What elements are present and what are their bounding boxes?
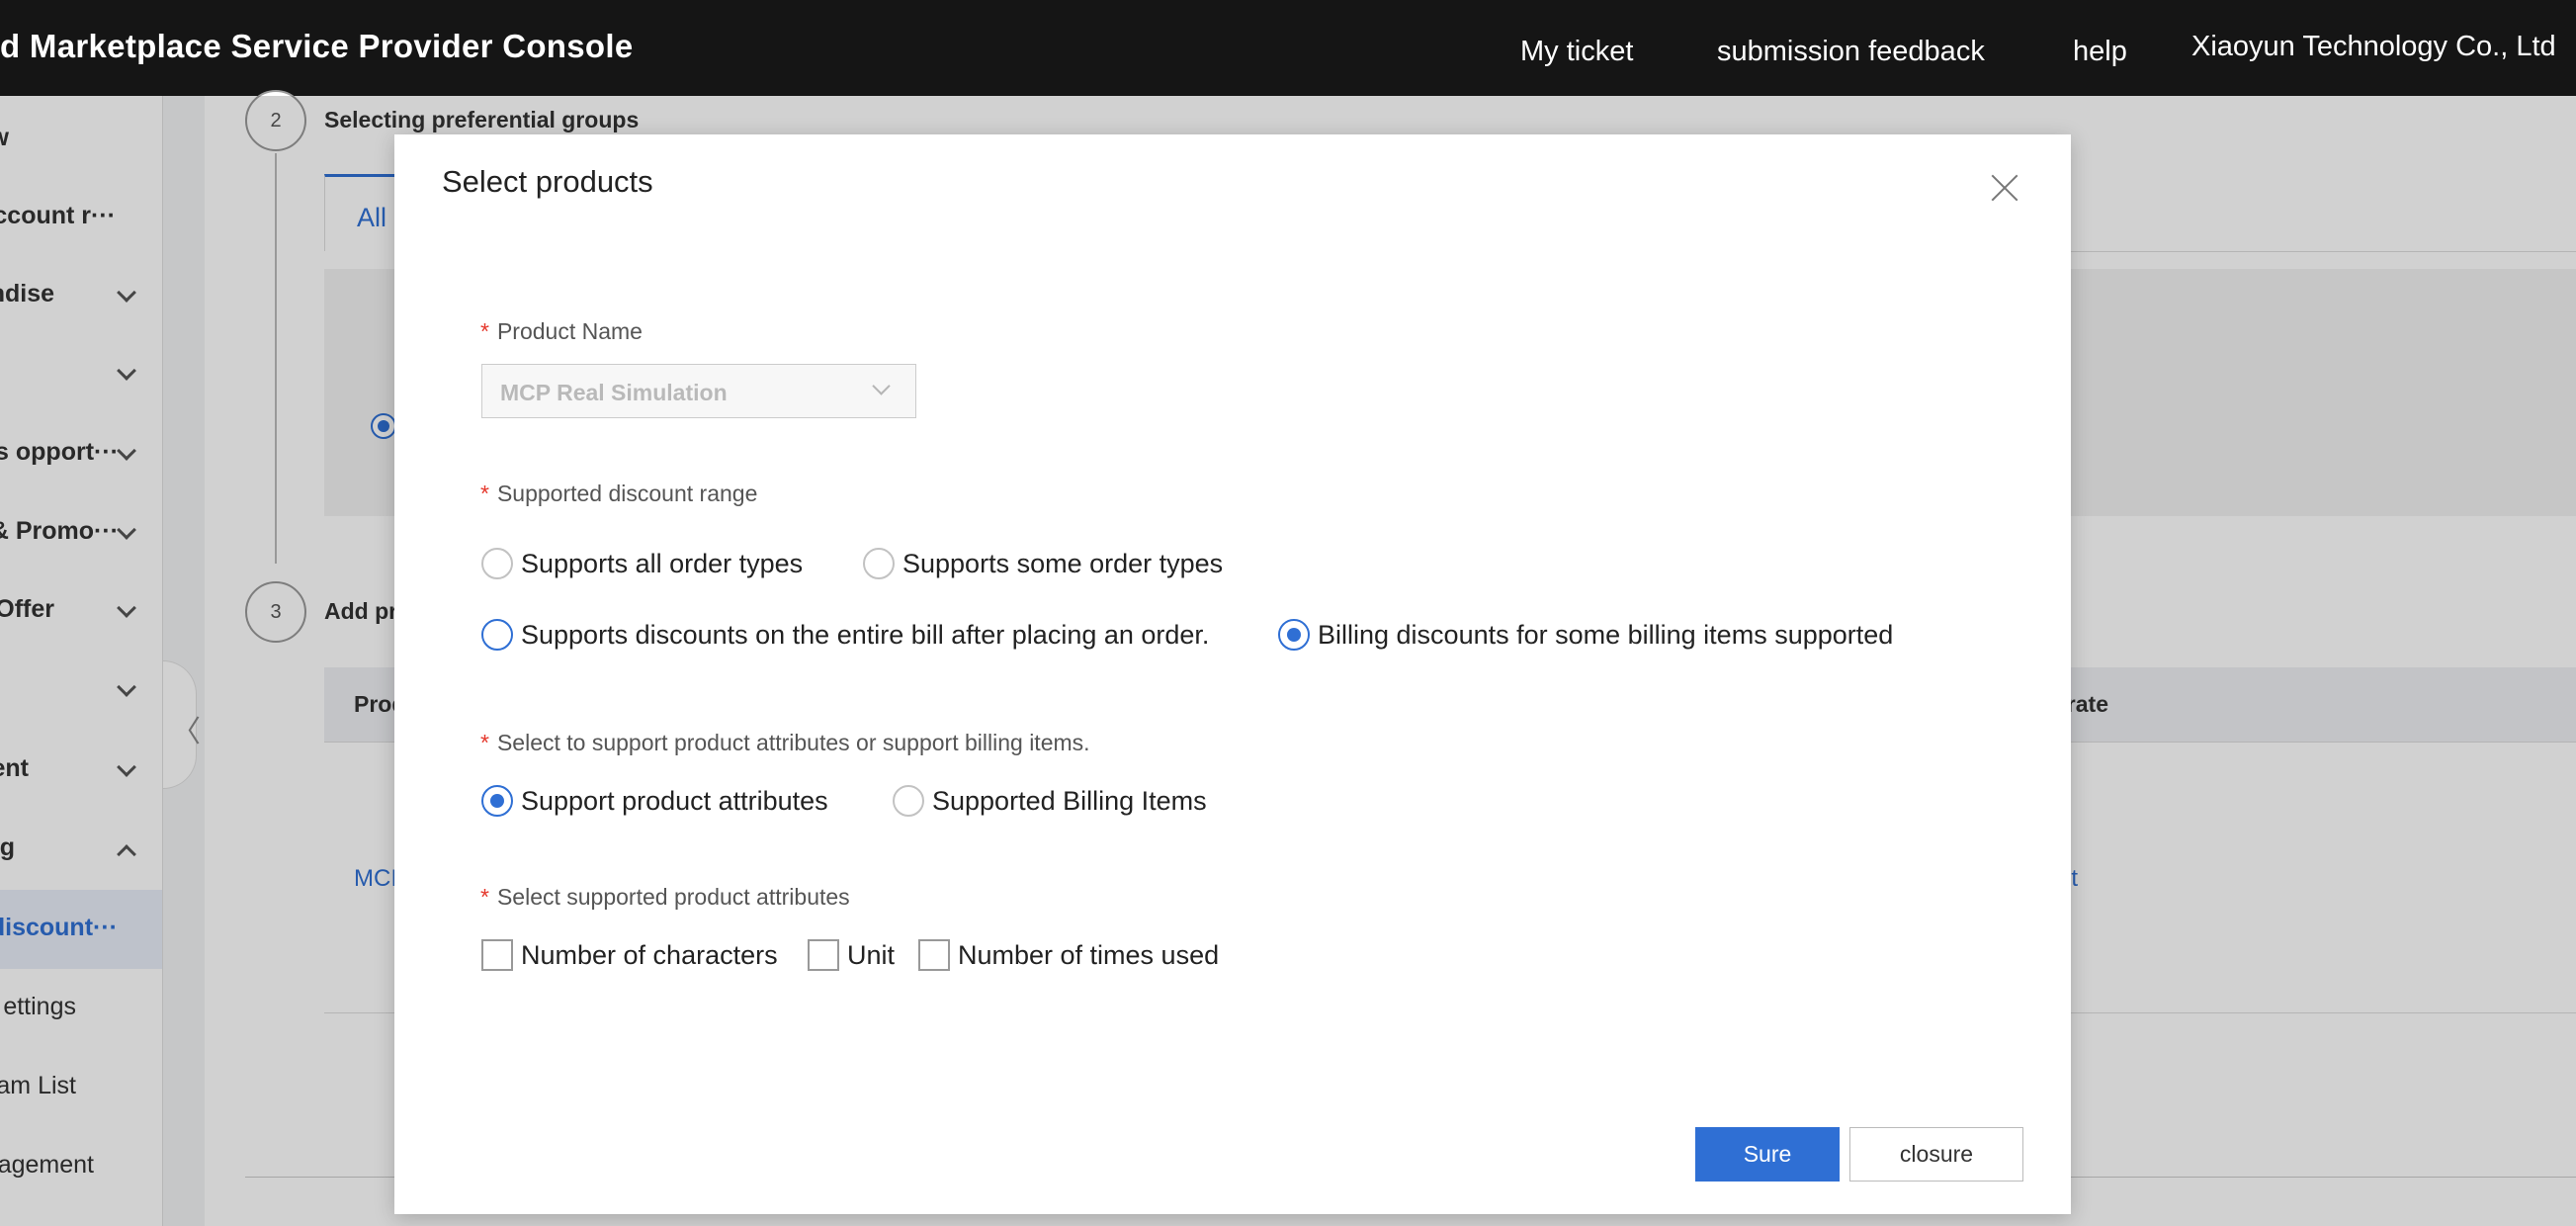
dialog-title: Select products bbox=[442, 164, 653, 199]
required-mark: * bbox=[480, 884, 489, 910]
required-mark: * bbox=[480, 481, 489, 506]
product-name-value: MCP Real Simulation bbox=[500, 380, 728, 405]
radio-selected-icon bbox=[1278, 619, 1310, 651]
radio-icon bbox=[863, 548, 895, 579]
product-name-select[interactable]: MCP Real Simulation bbox=[481, 364, 916, 418]
required-mark: * bbox=[480, 318, 489, 344]
checkbox-icon bbox=[808, 939, 839, 971]
discount-range-label: * Supported discount range bbox=[480, 481, 758, 506]
console-title: d Marketplace Service Provider Console bbox=[0, 28, 634, 64]
nav-submission-feedback[interactable]: submission feedback bbox=[1717, 36, 1985, 68]
radio-icon bbox=[481, 619, 513, 651]
closure-button[interactable]: closure bbox=[1849, 1127, 2023, 1182]
account-company-name[interactable]: Xiaoyun Technology Co., Ltd bbox=[2191, 31, 2556, 63]
product-name-label: * Product Name bbox=[480, 318, 643, 344]
nav-my-ticket[interactable]: My ticket bbox=[1520, 36, 1633, 68]
support-type-label: * Select to support product attributes or… bbox=[480, 730, 1090, 755]
select-products-dialog: Select products * Product Name MCP Real S… bbox=[394, 134, 2071, 1214]
radio-icon bbox=[481, 548, 513, 579]
radio-selected-icon bbox=[481, 785, 513, 817]
sure-button[interactable]: Sure bbox=[1695, 1127, 1840, 1182]
chevron-down-icon bbox=[872, 377, 891, 395]
checkbox-icon bbox=[918, 939, 950, 971]
checkbox-icon bbox=[481, 939, 513, 971]
attributes-label: * Select supported product attributes bbox=[480, 884, 850, 910]
nav-help[interactable]: help bbox=[2073, 36, 2127, 68]
top-bar: d Marketplace Service Provider Console M… bbox=[0, 0, 2576, 96]
radio-icon bbox=[893, 785, 924, 817]
close-icon[interactable] bbox=[1987, 170, 2022, 206]
required-mark: * bbox=[480, 730, 489, 755]
